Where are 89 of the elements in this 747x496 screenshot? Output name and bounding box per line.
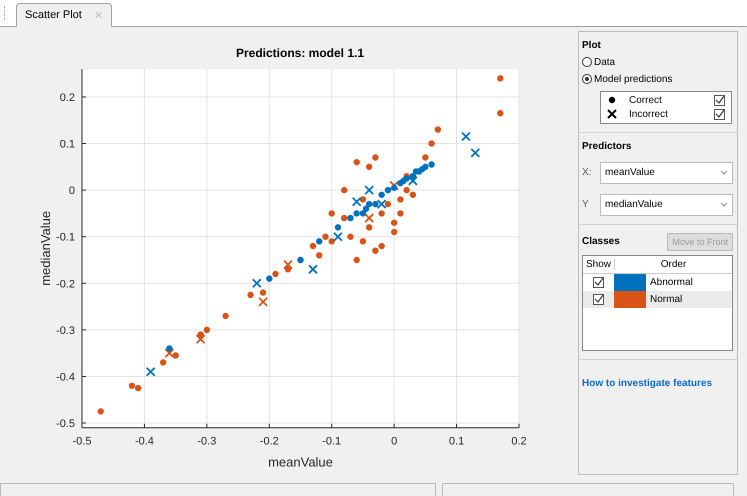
checkbox[interactable] [593,276,604,288]
data-point [434,126,442,132]
tab[interactable]: Scatter Plot ✕ [16,2,112,27]
radio-option[interactable]: Model predictions [582,74,733,85]
data-point [497,74,504,82]
x-axis-label: meanValue [268,454,333,470]
chevron-icon [720,202,728,208]
cross-marker [352,196,362,206]
checkbox[interactable] [593,294,604,305]
dropdown[interactable]: meanValue [600,162,733,184]
data-point [497,110,504,116]
tick-label: 0.1 [60,138,75,150]
chevron-icon [720,170,728,176]
data-point [260,289,266,296]
cross-icon [607,109,617,120]
cross-marker [470,148,480,158]
radio-option[interactable]: Data [582,56,733,68]
data-point [397,196,404,202]
cross-marker [146,366,156,376]
cross-marker [461,131,471,142]
tick-label: -0.3 [56,324,75,337]
tick-label: 0.1 [448,435,464,448]
tick-label: -0.5 [56,418,75,430]
data-point [160,358,166,366]
data-point [222,312,229,319]
data-point [353,256,360,263]
data-point [284,266,292,272]
tick-label: -0.2 [260,435,279,448]
cross-marker [258,296,268,306]
data-point [247,291,254,298]
data-point [397,210,404,216]
tick-label: -0.3 [197,435,216,448]
tick-label: -0.1 [322,435,342,448]
data-point [390,219,398,226]
data-point [334,224,342,230]
tick-label: -0.5 [72,435,92,448]
tick-label: 0.2 [60,92,75,104]
cross-marker [364,184,374,195]
class-name: Abnormal [650,276,693,288]
cross-marker [408,176,418,186]
cross-marker [389,180,400,190]
tick-label: 0.2 [511,435,527,448]
cross-marker [376,198,387,209]
y-axis-label: medianValue [38,210,53,286]
help-link[interactable]: How to investigate features [582,378,733,389]
legend-label: Incorrect [629,108,669,120]
data-point [384,200,392,207]
tick-label: -0.2 [56,278,75,290]
cross-marker [308,264,318,274]
column-header: Show [583,258,615,270]
checkbox[interactable] [714,94,725,106]
cross-marker [252,278,262,288]
cross-marker [164,348,174,358]
data-point [378,210,385,216]
tick-label: -0.1 [56,231,75,244]
field-label: X: [582,167,592,178]
data-point [360,238,366,244]
class-row[interactable]: Normal [583,290,732,308]
cross-marker [333,231,343,242]
cross-marker [196,334,206,344]
section-title: Classes [582,236,620,248]
data-point [341,186,348,193]
chart-title: Predictions: model 1.1 [236,46,364,60]
class-row[interactable]: Abnormal [583,274,732,291]
checkbox[interactable] [714,108,725,120]
dropdown[interactable]: medianValue [600,194,733,216]
data-point [98,408,104,414]
data-point [328,210,335,216]
data-point [316,252,322,258]
dot-icon [607,95,617,106]
section-title: Predictors [582,140,632,152]
data-point [390,228,398,235]
field-label: Y [582,199,590,210]
tick-label: -0.4 [56,371,75,384]
cross-marker [364,212,374,223]
data-point [428,140,435,146]
column-header: Order [660,258,688,270]
tick-label: 0 [391,435,398,448]
section-title: Plot [582,40,602,51]
cross-marker [283,259,293,270]
class-name: Normal [650,294,682,305]
data-point [372,154,379,160]
tick-label: -0.4 [134,435,154,448]
legend-label: Correct [629,94,663,106]
data-point [366,163,372,170]
data-point [366,224,372,230]
tick-label: 0 [68,184,75,197]
data-point [347,233,354,240]
data-point [353,158,360,166]
